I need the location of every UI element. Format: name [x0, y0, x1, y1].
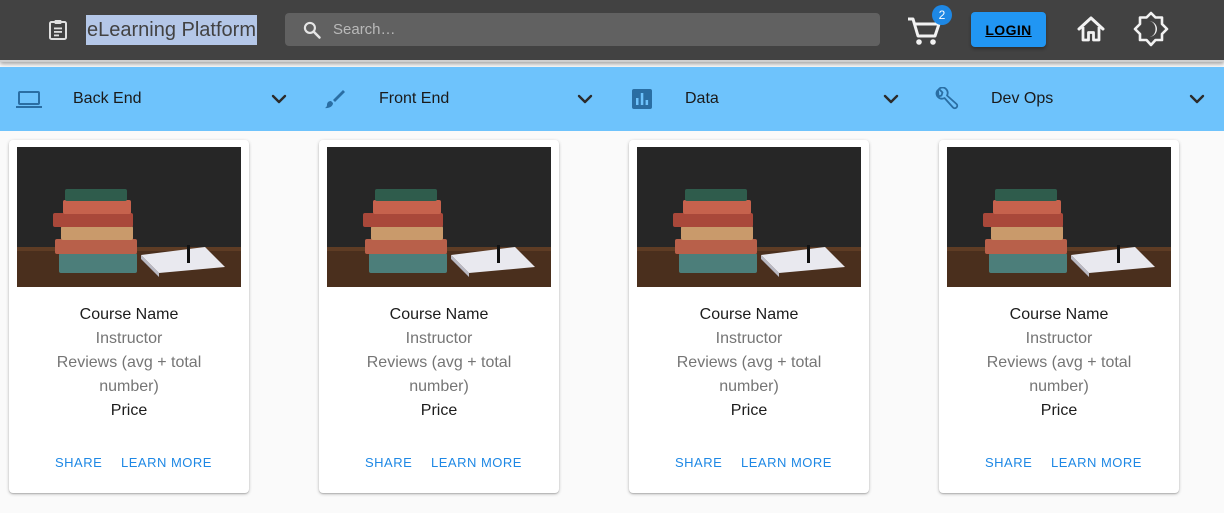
brightness-icon[interactable] [1133, 11, 1169, 47]
course-name: Course Name [79, 306, 179, 323]
course-card: Course Name Instructor Reviews (avg + to… [319, 140, 559, 493]
books-photo [327, 147, 551, 287]
search-bar[interactable] [285, 13, 880, 46]
course-reviews: Reviews (avg + total number) [676, 354, 822, 395]
clipboard-list-icon[interactable] [46, 18, 70, 42]
app-bar: eLearning Platform 2 LOGIN [0, 0, 1224, 62]
laptop-icon [16, 91, 42, 108]
share-button[interactable]: SHARE [985, 452, 1032, 472]
course-details: Course Name Instructor Reviews (avg + to… [629, 303, 869, 423]
chevron-down-icon[interactable] [267, 87, 291, 111]
chevron-down-icon[interactable] [573, 87, 597, 111]
app-bar-divider [0, 60, 1224, 62]
course-card: Course Name Instructor Reviews (avg + to… [9, 140, 249, 493]
learn-more-button[interactable]: LEARN MORE [741, 452, 832, 472]
course-price: Price [730, 402, 768, 419]
category-label: Front End [379, 90, 450, 107]
home-icon[interactable] [1075, 13, 1107, 45]
course-name: Course Name [1009, 306, 1109, 323]
category-dev-ops[interactable]: Dev Ops [918, 67, 1224, 131]
learn-more-button[interactable]: LEARN MORE [121, 452, 212, 472]
chevron-down-icon[interactable] [1185, 87, 1209, 111]
course-details: Course Name Instructor Reviews (avg + to… [9, 303, 249, 423]
learn-more-button[interactable]: LEARN MORE [1051, 452, 1142, 472]
login-button[interactable]: LOGIN [971, 12, 1046, 47]
course-price: Price [1040, 402, 1078, 419]
course-reviews: Reviews (avg + total number) [56, 354, 202, 395]
course-details: Course Name Instructor Reviews (avg + to… [319, 303, 559, 423]
course-reviews: Reviews (avg + total number) [366, 354, 512, 395]
course-instructor: Instructor [1025, 330, 1093, 347]
course-card: Course Name Instructor Reviews (avg + to… [629, 140, 869, 493]
cart-button[interactable]: 2 [906, 5, 952, 47]
category-label: Back End [73, 90, 142, 107]
category-label: Dev Ops [991, 90, 1054, 107]
category-bar: Back End Front End Data Dev Ops [0, 67, 1224, 131]
books-photo [637, 147, 861, 287]
course-instructor: Instructor [405, 330, 473, 347]
search-input[interactable] [333, 13, 863, 46]
category-front-end[interactable]: Front End [306, 67, 612, 131]
course-image [17, 147, 241, 287]
course-reviews: Reviews (avg + total number) [986, 354, 1132, 395]
category-label: Data [685, 90, 719, 107]
wrench-icon [935, 87, 959, 110]
app-title[interactable]: eLearning Platform [86, 15, 257, 45]
course-card: Course Name Instructor Reviews (avg + to… [939, 140, 1179, 493]
course-image [637, 147, 861, 287]
learn-more-button[interactable]: LEARN MORE [431, 452, 522, 472]
course-image [947, 147, 1171, 287]
course-instructor: Instructor [95, 330, 163, 347]
course-name: Course Name [699, 306, 799, 323]
books-photo [17, 147, 241, 287]
course-instructor: Instructor [715, 330, 783, 347]
chevron-down-icon[interactable] [879, 87, 903, 111]
share-button[interactable]: SHARE [365, 452, 412, 472]
books-photo [947, 147, 1171, 287]
course-price: Price [110, 402, 148, 419]
course-image [327, 147, 551, 287]
course-name: Course Name [389, 306, 489, 323]
category-back-end[interactable]: Back End [0, 67, 306, 131]
course-price: Price [420, 402, 458, 419]
course-details: Course Name Instructor Reviews (avg + to… [939, 303, 1179, 423]
cart-badge: 2 [932, 5, 952, 25]
category-data[interactable]: Data [612, 67, 918, 131]
brush-icon [325, 90, 345, 109]
share-button[interactable]: SHARE [675, 452, 722, 472]
bar-chart-icon [632, 89, 652, 109]
share-button[interactable]: SHARE [55, 452, 102, 472]
search-icon [303, 21, 321, 39]
